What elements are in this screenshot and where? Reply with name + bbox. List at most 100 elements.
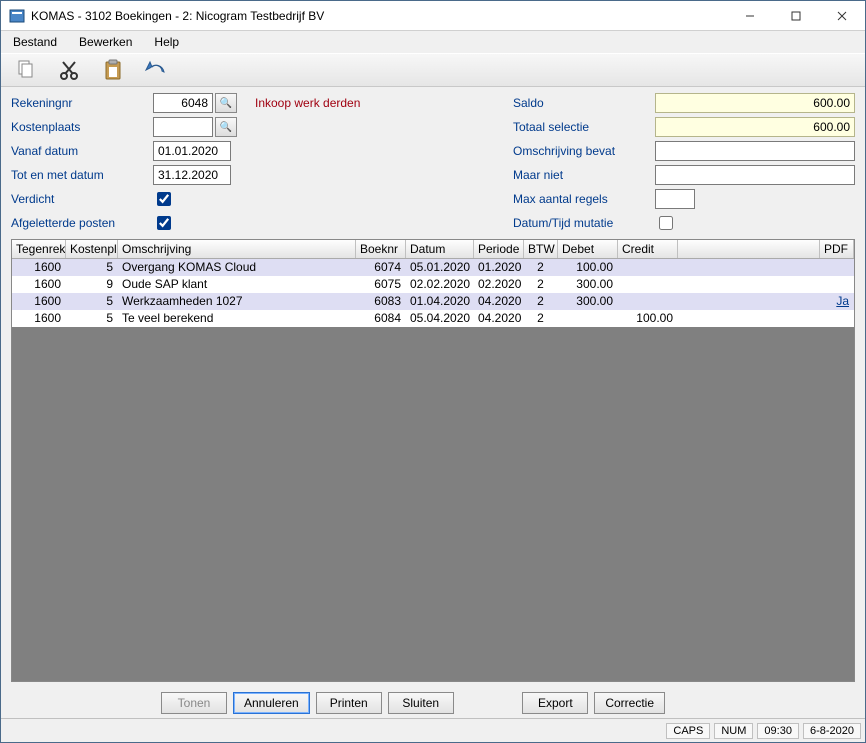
table-header: Tegenrek Kostenpl Omschrijving Boeknr Da… [12, 240, 854, 259]
kostenplaats-label: Kostenplaats [11, 120, 151, 134]
cell-omschrijving: Overgang KOMAS Cloud [118, 259, 356, 276]
cell-pdf [820, 310, 854, 327]
datumtijd-checkbox[interactable] [659, 216, 673, 230]
cell-credit [618, 276, 678, 293]
tot-input[interactable] [153, 165, 231, 185]
cell-kostenpl: 5 [66, 293, 118, 310]
maar-niet-label: Maar niet [513, 168, 653, 182]
cell-periode: 04.2020 [474, 293, 524, 310]
cell-datum: 05.04.2020 [406, 310, 474, 327]
afgeletterde-checkbox[interactable] [157, 216, 171, 230]
cell-datum: 02.02.2020 [406, 276, 474, 293]
tot-label: Tot en met datum [11, 168, 151, 182]
cell-pdf [820, 259, 854, 276]
cell-boeknr: 6083 [356, 293, 406, 310]
correctie-button[interactable]: Correctie [594, 692, 665, 714]
vanaf-input[interactable] [153, 141, 231, 161]
close-button[interactable] [819, 1, 865, 31]
annuleren-button[interactable]: Annuleren [233, 692, 310, 714]
col-boeknr[interactable]: Boeknr [356, 240, 406, 258]
col-spacer [678, 240, 820, 258]
vanaf-label: Vanaf datum [11, 144, 151, 158]
toolbar [1, 53, 865, 87]
col-kostenpl[interactable]: Kostenpl [66, 240, 118, 258]
printen-button[interactable]: Printen [316, 692, 382, 714]
omschr-bevat-input[interactable] [655, 141, 855, 161]
cell-omschrijving: Oude SAP klant [118, 276, 356, 293]
col-periode[interactable]: Periode [474, 240, 524, 258]
cell-debet: 100.00 [558, 259, 618, 276]
rekening-description: Inkoop werk derden [245, 96, 511, 110]
menu-bar: Bestand Bewerken Help [1, 31, 865, 53]
table-row[interactable]: 16005Te veel berekend608405.04.202004.20… [12, 310, 854, 327]
max-regels-label: Max aantal regels [513, 192, 653, 206]
undo-icon[interactable] [143, 56, 171, 84]
status-num: NUM [714, 723, 753, 739]
col-pdf[interactable]: PDF [820, 240, 854, 258]
table-body[interactable]: 16005Overgang KOMAS Cloud607405.01.20200… [12, 259, 854, 681]
paste-icon[interactable] [99, 56, 127, 84]
kostenplaats-lookup-button[interactable]: 🔍 [215, 117, 237, 137]
max-regels-input[interactable] [655, 189, 695, 209]
cell-debet: 300.00 [558, 276, 618, 293]
cell-btw: 2 [524, 276, 558, 293]
filter-form: Rekeningnr 🔍 Inkoop werk derden Saldo 60… [1, 87, 865, 237]
cut-icon[interactable] [55, 56, 83, 84]
omschr-bevat-label: Omschrijving bevat [513, 144, 653, 158]
window-title: KOMAS - 3102 Boekingen - 2: Nicogram Tes… [31, 9, 727, 23]
rekeningnr-input[interactable] [153, 93, 213, 113]
col-datum[interactable]: Datum [406, 240, 474, 258]
rekeningnr-lookup-button[interactable]: 🔍 [215, 93, 237, 113]
status-time: 09:30 [757, 723, 799, 739]
col-btw[interactable]: BTW [524, 240, 558, 258]
saldo-value: 600.00 [655, 93, 855, 113]
menu-bestand[interactable]: Bestand [9, 33, 61, 51]
cell-periode: 02.2020 [474, 276, 524, 293]
cell-pdf[interactable]: Ja [820, 293, 854, 310]
export-button[interactable]: Export [522, 692, 588, 714]
cell-btw: 2 [524, 293, 558, 310]
cell-debet [558, 310, 618, 327]
menu-bewerken[interactable]: Bewerken [75, 33, 136, 51]
totaal-label: Totaal selectie [513, 120, 653, 134]
cell-boeknr: 6074 [356, 259, 406, 276]
cell-periode: 04.2020 [474, 310, 524, 327]
col-tegenrek[interactable]: Tegenrek [12, 240, 66, 258]
verdicht-label: Verdicht [11, 192, 151, 206]
datumtijd-label: Datum/Tijd mutatie [513, 216, 653, 230]
cell-omschrijving: Te veel berekend [118, 310, 356, 327]
cell-tegenrek: 1600 [12, 259, 66, 276]
bookings-table: Tegenrek Kostenpl Omschrijving Boeknr Da… [11, 239, 855, 682]
col-credit[interactable]: Credit [618, 240, 678, 258]
cell-credit [618, 259, 678, 276]
afgeletterde-label: Afgeletterde posten [11, 216, 151, 230]
minimize-button[interactable] [727, 1, 773, 31]
sluiten-button[interactable]: Sluiten [388, 692, 454, 714]
cell-spacer [678, 293, 820, 310]
table-row[interactable]: 16009Oude SAP klant607502.02.202002.2020… [12, 276, 854, 293]
cell-credit: 100.00 [618, 310, 678, 327]
col-debet[interactable]: Debet [558, 240, 618, 258]
cell-pdf [820, 276, 854, 293]
cell-tegenrek: 1600 [12, 276, 66, 293]
cell-btw: 2 [524, 259, 558, 276]
col-omschrijving[interactable]: Omschrijving [118, 240, 356, 258]
tonen-button[interactable]: Tonen [161, 692, 227, 714]
copy-icon[interactable] [11, 56, 39, 84]
cell-spacer [678, 310, 820, 327]
table-row[interactable]: 16005Overgang KOMAS Cloud607405.01.20200… [12, 259, 854, 276]
cell-omschrijving: Werkzaamheden 1027 [118, 293, 356, 310]
button-bar: Tonen Annuleren Printen Sluiten Export C… [1, 688, 865, 718]
rekeningnr-label: Rekeningnr [11, 96, 151, 110]
cell-datum: 01.04.2020 [406, 293, 474, 310]
cell-btw: 2 [524, 310, 558, 327]
verdicht-checkbox[interactable] [157, 192, 171, 206]
maar-niet-input[interactable] [655, 165, 855, 185]
maximize-button[interactable] [773, 1, 819, 31]
cell-datum: 05.01.2020 [406, 259, 474, 276]
kostenplaats-input[interactable] [153, 117, 213, 137]
cell-tegenrek: 1600 [12, 293, 66, 310]
cell-spacer [678, 276, 820, 293]
menu-help[interactable]: Help [150, 33, 183, 51]
table-row[interactable]: 16005Werkzaamheden 1027608301.04.202004.… [12, 293, 854, 310]
